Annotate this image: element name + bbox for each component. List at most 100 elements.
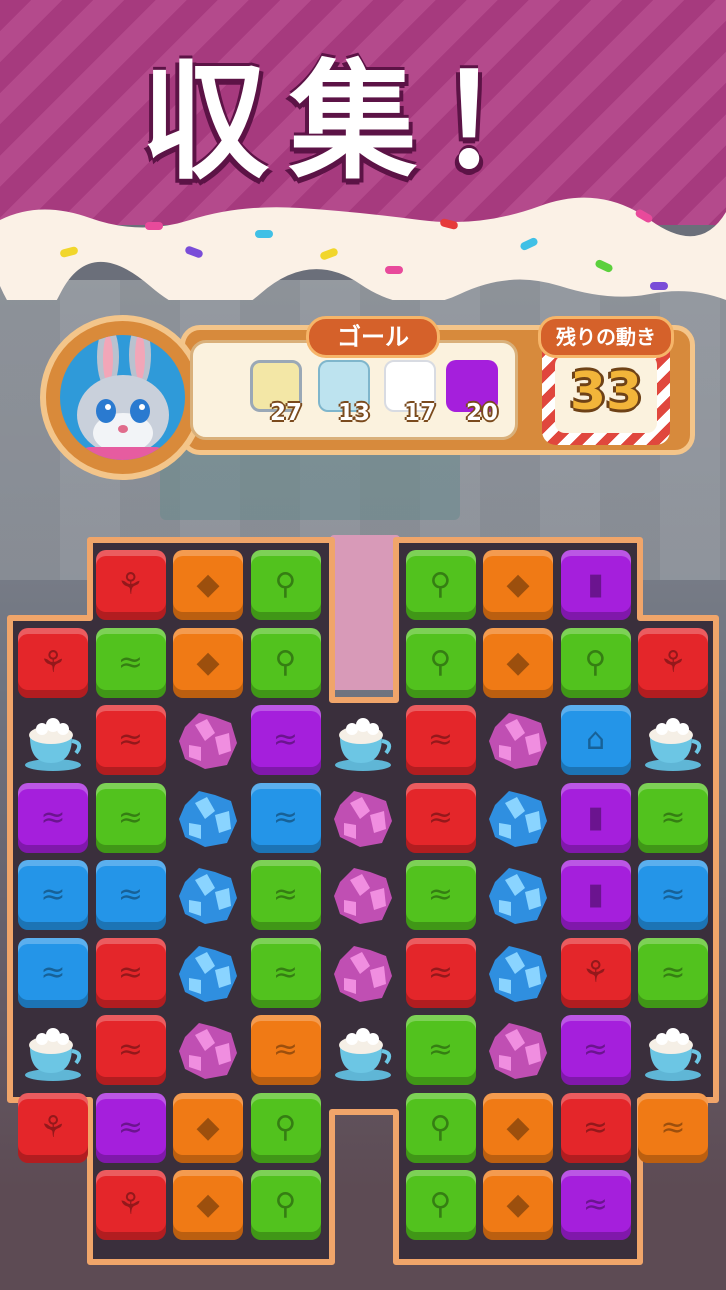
board-cell[interactable]	[481, 781, 555, 855]
popsicle-icon: ▮	[587, 877, 604, 912]
board-cell[interactable]: ≈	[249, 781, 323, 855]
board-cell[interactable]: ◆	[481, 548, 555, 622]
board-cell[interactable]: ≈	[636, 781, 710, 855]
board-cell[interactable]: ≈	[249, 936, 323, 1010]
board-cell[interactable]: ▮	[559, 781, 633, 855]
board-cell[interactable]: ⚘	[94, 1168, 168, 1242]
candy-icon: ◆	[506, 1187, 530, 1222]
red-cube: ⚘	[95, 550, 166, 620]
board-cell[interactable]: ▮	[559, 858, 633, 932]
board-cell[interactable]	[481, 858, 555, 932]
board-cell[interactable]	[636, 703, 710, 777]
board-cell[interactable]: ◆	[171, 548, 245, 622]
board-cell[interactable]: ≈	[16, 936, 90, 1010]
green-cube: ⚲	[405, 1170, 476, 1240]
wave-icon: ≈	[660, 799, 686, 835]
board-cell[interactable]	[636, 1013, 710, 1087]
board-cell[interactable]: ≈	[404, 703, 478, 777]
board-cell[interactable]: ≈	[249, 703, 323, 777]
board-cell[interactable]: ≈	[404, 1013, 478, 1087]
board-cell[interactable]: ◆	[481, 1168, 555, 1242]
board-cell[interactable]: ≈	[94, 1091, 168, 1165]
board-cell[interactable]: ≈	[559, 1013, 633, 1087]
board-cell[interactable]: ⚲	[249, 1091, 323, 1165]
orange-cube: ◆	[483, 627, 553, 698]
red-cube: ≈	[95, 705, 166, 775]
board-cell[interactable]: ≈	[636, 1091, 710, 1165]
board-cell[interactable]	[326, 703, 400, 777]
board-cell[interactable]: ≈	[16, 781, 90, 855]
orange-cube: ◆	[483, 550, 553, 620]
green-cube: ≈	[638, 782, 708, 853]
board-cell[interactable]: ◆	[171, 1168, 245, 1242]
board-cell[interactable]: ⚲	[249, 626, 323, 700]
board-cell[interactable]: ≈	[636, 858, 710, 932]
green-cube: ≈	[638, 937, 708, 1008]
board-cell[interactable]: ≈	[16, 858, 90, 932]
board-cell[interactable]	[481, 703, 555, 777]
board-cell[interactable]: ⚲	[404, 1091, 478, 1165]
board-cell[interactable]: ≈	[636, 936, 710, 1010]
board-cell[interactable]: ≈	[559, 1168, 633, 1242]
board-cell[interactable]	[326, 781, 400, 855]
board-cell[interactable]: ⚲	[404, 1168, 478, 1242]
board-cell[interactable]	[16, 1013, 90, 1087]
board-cell[interactable]	[326, 1013, 400, 1087]
board-cell[interactable]	[326, 858, 400, 932]
board-cell[interactable]: ≈	[94, 936, 168, 1010]
board-cell[interactable]	[171, 936, 245, 1010]
board-cell[interactable]: ⌂	[559, 703, 633, 777]
board-cell[interactable]: ≈	[249, 858, 323, 932]
board-cell[interactable]: ≈	[404, 858, 478, 932]
pink-crystal-icon	[179, 1023, 237, 1079]
board-cell[interactable]: ≈	[249, 1013, 323, 1087]
board-cell[interactable]	[171, 1013, 245, 1087]
board-cell[interactable]	[481, 936, 555, 1010]
board-cell[interactable]: ≈	[559, 1091, 633, 1165]
board-cell[interactable]	[171, 703, 245, 777]
board-cell[interactable]: ◆	[481, 626, 555, 700]
board-cell[interactable]: ◆	[481, 1091, 555, 1165]
board-cell[interactable]: ≈	[94, 1013, 168, 1087]
board-cell[interactable]: ⚘	[559, 936, 633, 1010]
board-cell[interactable]: ≈	[94, 626, 168, 700]
green-cube: ≈	[95, 782, 166, 853]
board-cell[interactable]	[171, 858, 245, 932]
board-cell[interactable]: ⚲	[404, 626, 478, 700]
board-cell[interactable]: ⚘	[16, 626, 90, 700]
board-cell[interactable]: ⚘	[16, 1091, 90, 1165]
board-cell[interactable]: ≈	[94, 703, 168, 777]
board-cell[interactable]: ⚘	[94, 548, 168, 622]
board-cell[interactable]: ⚲	[559, 626, 633, 700]
board-cell[interactable]: ⚘	[636, 626, 710, 700]
board-cell[interactable]: ≈	[404, 781, 478, 855]
board-cell[interactable]: ◆	[171, 626, 245, 700]
board-cell[interactable]: ⚲	[249, 548, 323, 622]
wave-icon: ≈	[117, 644, 144, 680]
board-cell[interactable]: ≈	[404, 936, 478, 1010]
orange-cube: ≈	[250, 1015, 321, 1085]
board-cell[interactable]	[481, 1013, 555, 1087]
candy-icon: ◆	[196, 567, 220, 602]
board-cell[interactable]: ≈	[94, 858, 168, 932]
board-cell[interactable]	[171, 781, 245, 855]
candy-icon: ◆	[506, 567, 530, 602]
wave-icon: ≈	[660, 1109, 686, 1145]
board-cell[interactable]: ≈	[94, 781, 168, 855]
board-cell[interactable]: ⚲	[249, 1168, 323, 1242]
cherry-icon: ⚘	[117, 567, 144, 602]
pink-crystal-icon	[334, 868, 392, 924]
board-cell[interactable]: ◆	[171, 1091, 245, 1165]
board-cell[interactable]	[16, 703, 90, 777]
purple-cube: ▮	[560, 860, 631, 930]
cocoa-cup-icon	[25, 718, 82, 771]
pink-crystal-icon	[334, 790, 392, 847]
pink-crystal-icon	[489, 713, 547, 769]
board-cell[interactable]: ⚲	[404, 548, 478, 622]
board-cell[interactable]	[326, 936, 400, 1010]
wave-icon: ≈	[117, 877, 144, 912]
lolly-icon: ⚲	[429, 1109, 452, 1145]
wave-icon: ≈	[660, 877, 686, 912]
board-cell[interactable]: ▮	[559, 548, 633, 622]
green-cube: ≈	[250, 937, 321, 1008]
